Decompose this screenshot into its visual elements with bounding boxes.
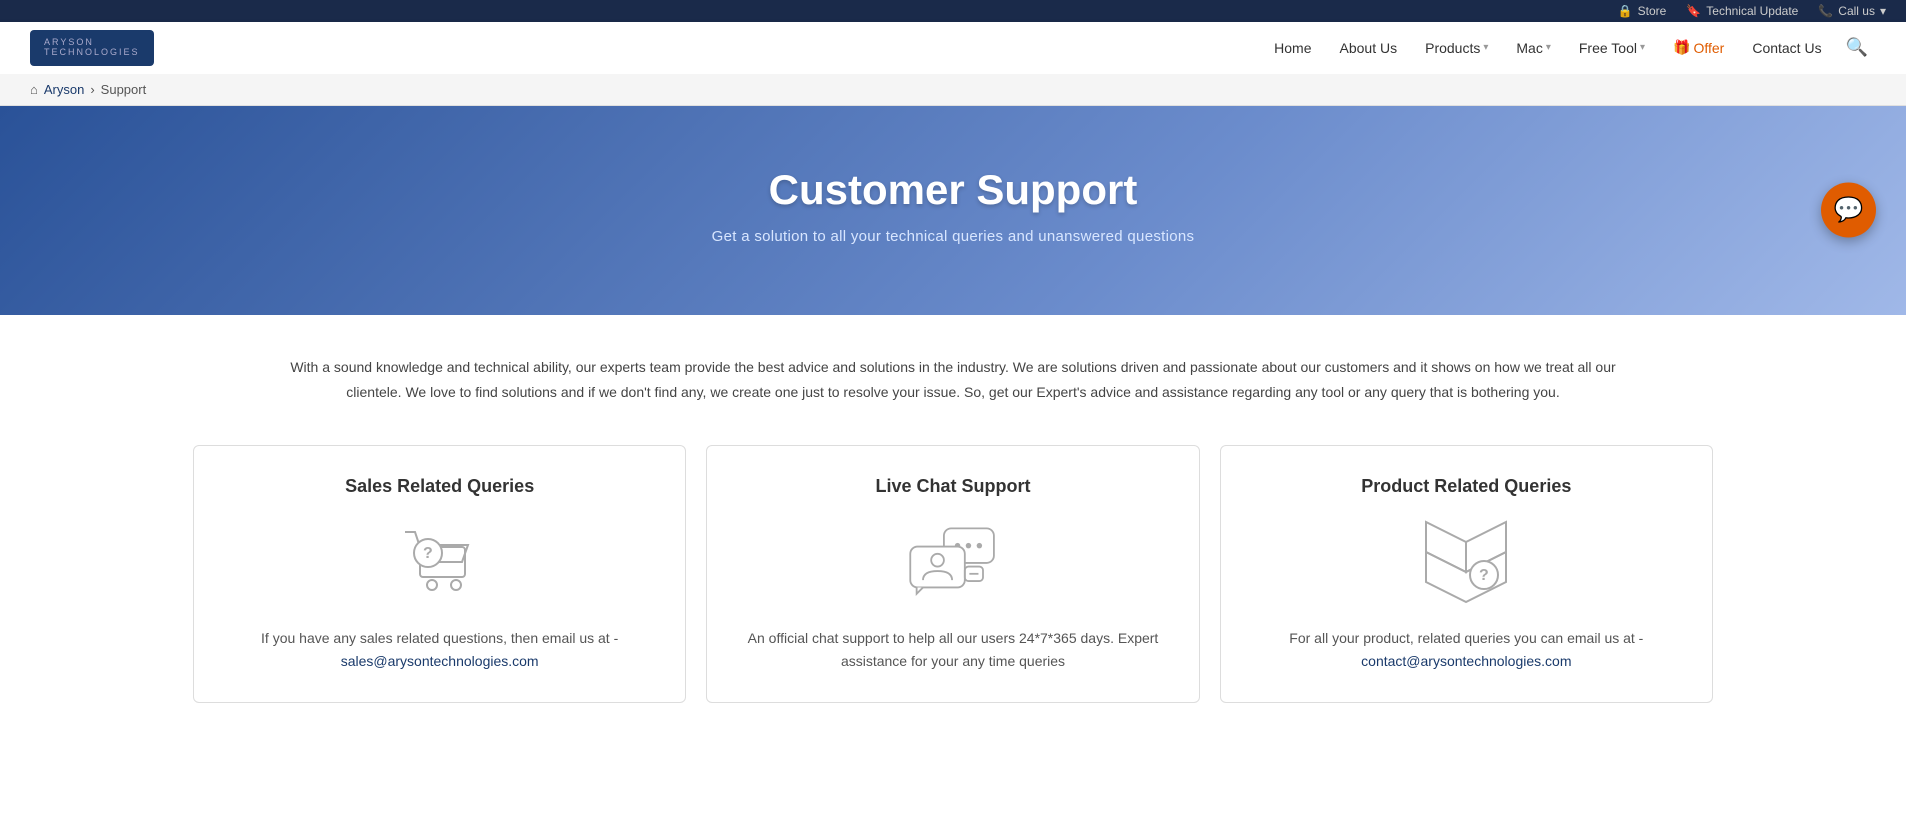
lock-icon: 🔒	[1618, 4, 1633, 18]
breadcrumb-home-link[interactable]: Aryson	[44, 82, 84, 97]
nav-offer[interactable]: 🎁 Offer	[1661, 31, 1736, 64]
nav-contact[interactable]: Contact Us	[1740, 32, 1833, 64]
cards-section: Sales Related Queries ? If you have any …	[173, 445, 1733, 743]
nav-free-tool-label: Free Tool	[1579, 40, 1637, 56]
nav-mac-link[interactable]: Mac ▾	[1504, 32, 1562, 64]
nav-about-label: About Us	[1340, 40, 1398, 56]
nav-links: Home About Us Products ▾ Mac ▾ Free Tool…	[1262, 31, 1876, 64]
nav-products-link[interactable]: Products ▾	[1413, 32, 1500, 64]
nav-offer-link[interactable]: 🎁 Offer	[1661, 31, 1736, 64]
nav-contact-link[interactable]: Contact Us	[1740, 32, 1833, 64]
phone-icon: 📞	[1818, 4, 1833, 18]
topbar-store[interactable]: 🔒 Store	[1618, 4, 1667, 18]
nav-home-link[interactable]: Home	[1262, 32, 1323, 64]
sales-card-icon: ?	[390, 517, 490, 607]
nav-home[interactable]: Home	[1262, 32, 1323, 64]
nav-search[interactable]: 🔍	[1838, 33, 1876, 62]
products-chevron-icon: ▾	[1483, 42, 1488, 53]
description-section: With a sound knowledge and technical abi…	[203, 315, 1703, 445]
product-email: contact@arysontechnologies.com	[1361, 653, 1571, 669]
breadcrumb: ⌂ Aryson › Support	[0, 74, 1906, 106]
product-card-icon: ?	[1416, 517, 1516, 607]
live-chat-card-icon	[903, 517, 1003, 607]
breadcrumb-home-label: Aryson	[44, 82, 84, 97]
nav-products[interactable]: Products ▾	[1413, 32, 1500, 64]
product-card-title: Product Related Queries	[1251, 476, 1682, 497]
technical-update-label: Technical Update	[1706, 4, 1798, 18]
topbar-call-us[interactable]: 📞 Call us ▾	[1818, 4, 1886, 18]
bookmark-icon: 🔖	[1686, 4, 1701, 18]
home-icon: ⌂	[30, 82, 38, 97]
search-icon: 🔍	[1846, 37, 1868, 57]
product-email-link[interactable]: contact@arysontechnologies.com	[1361, 653, 1571, 669]
hero-subtitle: Get a solution to all your technical que…	[20, 228, 1886, 245]
sales-card-title: Sales Related Queries	[224, 476, 655, 497]
search-button[interactable]: 🔍	[1838, 33, 1876, 62]
svg-text:?: ?	[423, 545, 433, 562]
hero-title: Customer Support	[20, 166, 1886, 214]
navbar: ARYSON TECHNOLOGIES Home About Us Produc…	[0, 22, 1906, 74]
nav-free-tool-link[interactable]: Free Tool ▾	[1567, 32, 1657, 64]
hero-banner: Customer Support Get a solution to all y…	[0, 106, 1906, 315]
product-card: Product Related Queries ? For all your p…	[1220, 445, 1713, 703]
mac-chevron-icon: ▾	[1546, 42, 1551, 53]
gift-icon: 🎁	[1673, 39, 1690, 56]
topbar-technical-update[interactable]: 🔖 Technical Update	[1686, 4, 1798, 18]
nav-mac[interactable]: Mac ▾	[1504, 32, 1562, 64]
live-chat-card-title: Live Chat Support	[737, 476, 1168, 497]
logo[interactable]: ARYSON TECHNOLOGIES	[30, 30, 154, 66]
nav-about-link[interactable]: About Us	[1328, 32, 1410, 64]
sales-email: sales@arysontechnologies.com	[341, 653, 539, 669]
svg-text:?: ?	[1479, 567, 1489, 584]
chevron-down-icon: ▾	[1880, 4, 1886, 18]
topbar: 🔒 Store 🔖 Technical Update 📞 Call us ▾	[0, 0, 1906, 22]
nav-free-tool[interactable]: Free Tool ▾	[1567, 32, 1657, 64]
live-chat-card: Live Chat Support An	[706, 445, 1199, 703]
call-us-label: Call us	[1838, 4, 1875, 18]
chat-icon: 💬	[1834, 196, 1864, 225]
nav-mac-label: Mac	[1516, 40, 1542, 56]
breadcrumb-current: Support	[101, 82, 147, 97]
chat-bubble-button[interactable]: 💬	[1821, 183, 1876, 238]
description-text: With a sound knowledge and technical abi…	[283, 355, 1623, 405]
live-chat-card-text: An official chat support to help all our…	[737, 627, 1168, 672]
logo-box: ARYSON TECHNOLOGIES	[30, 30, 154, 66]
breadcrumb-separator: ›	[90, 82, 94, 97]
store-label: Store	[1638, 4, 1667, 18]
nav-products-label: Products	[1425, 40, 1480, 56]
nav-contact-label: Contact Us	[1752, 40, 1821, 56]
nav-about[interactable]: About Us	[1328, 32, 1410, 64]
logo-line2: TECHNOLOGIES	[44, 48, 140, 58]
sales-card: Sales Related Queries ? If you have any …	[193, 445, 686, 703]
free-tool-chevron-icon: ▾	[1640, 42, 1645, 53]
nav-home-label: Home	[1274, 40, 1311, 56]
sales-card-text: If you have any sales related questions,…	[224, 627, 655, 672]
product-card-text: For all your product, related queries yo…	[1251, 627, 1682, 672]
nav-offer-label: Offer	[1693, 40, 1724, 56]
sales-email-link[interactable]: sales@arysontechnologies.com	[341, 653, 539, 669]
